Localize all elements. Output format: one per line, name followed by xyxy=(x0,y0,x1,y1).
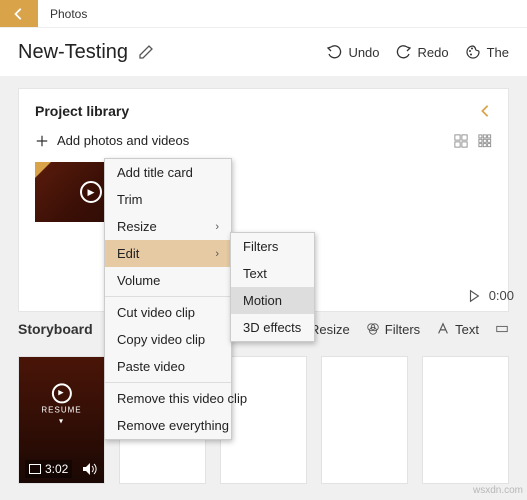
app-name: Photos xyxy=(38,0,99,27)
storyboard-empty-slot[interactable] xyxy=(220,356,307,484)
themes-label: The xyxy=(487,45,509,60)
filters-icon xyxy=(366,322,380,336)
project-title: New-Testing xyxy=(18,41,128,64)
storyboard-strip: ▶ RESUME ▾ 3:02 xyxy=(0,346,527,494)
toolbar-text[interactable]: Text xyxy=(436,322,479,337)
rename-project-button[interactable] xyxy=(138,44,154,60)
themes-button[interactable]: The xyxy=(465,44,509,60)
redo-icon xyxy=(396,44,412,60)
menu-edit[interactable]: Edit› xyxy=(105,240,231,267)
undo-button[interactable]: Undo xyxy=(326,44,379,60)
text-icon xyxy=(436,322,450,336)
toolbar-more[interactable] xyxy=(495,322,509,336)
clip-overlay: ▶ RESUME ▾ xyxy=(41,383,81,426)
redo-label: Redo xyxy=(418,45,449,60)
add-media-label: Add photos and videos xyxy=(57,133,189,148)
submenu-motion[interactable]: Motion xyxy=(231,287,314,314)
view-large-button[interactable] xyxy=(454,134,468,148)
toolbar-filters[interactable]: Filters xyxy=(366,322,420,337)
add-media-button[interactable]: Add photos and videos xyxy=(35,133,189,148)
storyboard-title: Storyboard xyxy=(18,321,93,337)
storyboard-empty-slot[interactable] xyxy=(422,356,509,484)
view-small-button[interactable] xyxy=(478,134,492,148)
plus-icon xyxy=(35,134,49,148)
storyboard-clip[interactable]: ▶ RESUME ▾ 3:02 xyxy=(18,356,105,484)
collapse-library-button[interactable] xyxy=(478,104,492,118)
volume-icon[interactable] xyxy=(82,462,98,476)
used-marker-icon xyxy=(35,162,51,178)
clip-duration: 3:02 xyxy=(45,462,68,476)
menu-remove-clip[interactable]: Remove this video clip xyxy=(105,385,231,412)
menu-resize[interactable]: Resize› xyxy=(105,213,231,240)
submenu-text[interactable]: Text xyxy=(231,260,314,287)
menu-paste-video[interactable]: Paste video xyxy=(105,353,231,380)
submenu-3d-effects[interactable]: 3D effects xyxy=(231,314,314,341)
redo-button[interactable]: Redo xyxy=(396,44,449,60)
preview-time: 0:00 xyxy=(489,288,514,303)
menu-add-title-card[interactable]: Add title card xyxy=(105,159,231,186)
menu-separator xyxy=(105,382,231,383)
menu-remove-all[interactable]: Remove everything xyxy=(105,412,231,439)
undo-icon xyxy=(326,44,342,60)
chevron-right-icon: › xyxy=(215,248,219,260)
menu-volume[interactable]: Volume xyxy=(105,267,231,294)
menu-cut-video[interactable]: Cut video clip xyxy=(105,299,231,326)
edit-submenu: Filters Text Motion 3D effects xyxy=(230,232,315,342)
menu-trim[interactable]: Trim xyxy=(105,186,231,213)
more-icon xyxy=(495,322,509,336)
menu-separator xyxy=(105,296,231,297)
project-library-title: Project library xyxy=(35,103,129,119)
menu-copy-video[interactable]: Copy video clip xyxy=(105,326,231,353)
aspect-icon xyxy=(29,464,41,474)
storyboard-empty-slot[interactable] xyxy=(321,356,408,484)
watermark: wsxdn.com xyxy=(473,485,523,496)
chevron-right-icon: › xyxy=(215,221,219,233)
play-overlay-icon: ▶ xyxy=(80,181,102,203)
back-button[interactable] xyxy=(0,0,38,27)
clip-context-menu: Add title card Trim Resize› Edit› Volume… xyxy=(104,158,232,440)
preview-play-button[interactable] xyxy=(467,289,481,303)
submenu-filters[interactable]: Filters xyxy=(231,233,314,260)
palette-icon xyxy=(465,44,481,60)
undo-label: Undo xyxy=(348,45,379,60)
